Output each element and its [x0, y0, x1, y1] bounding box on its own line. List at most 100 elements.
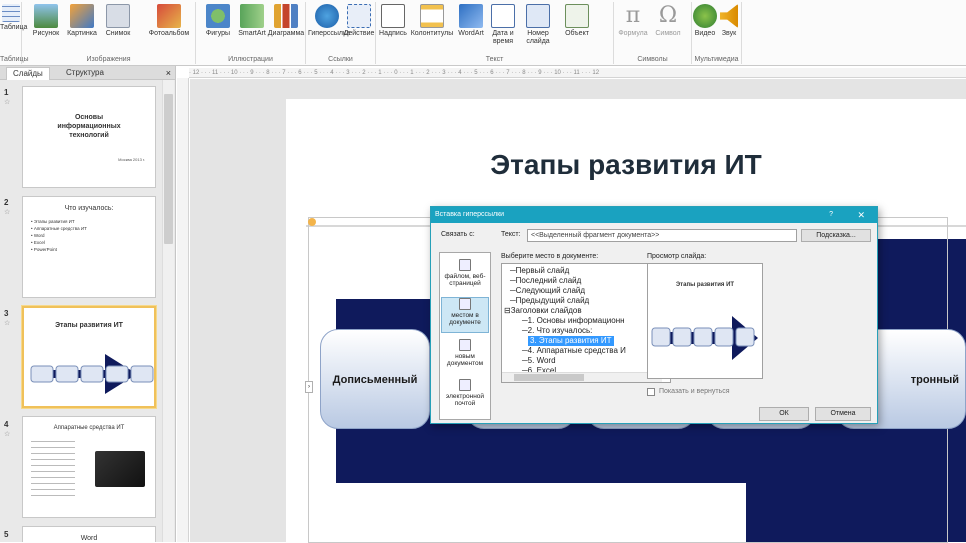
thumb-title: Основы информационных технологий	[57, 114, 121, 139]
audio-button[interactable]: Звук	[718, 4, 740, 38]
group-label: Текст	[485, 56, 504, 63]
thumb-list: • Этапы развития ИТ • Аппаратные средств…	[31, 218, 155, 253]
symbol-button[interactable]: Ω Символ	[650, 4, 686, 38]
slide-number-button[interactable]: Номер слайда	[520, 4, 556, 46]
slide-thumbnail[interactable]: Основы информационных технологий Москва …	[22, 86, 156, 188]
cancel-button[interactable]: Отмена	[815, 407, 871, 421]
insert-hyperlink-dialog: Вставка гиперссылки ? ✕ Связать с: Текст…	[430, 206, 878, 424]
side-item-label: электронной почтой	[445, 393, 485, 407]
tree-item-label: 2. Что изучалось:	[527, 326, 593, 335]
scroll-thumb[interactable]	[514, 374, 584, 381]
tree-item[interactable]: ─5. Word	[522, 356, 556, 366]
ok-button[interactable]: ОК	[759, 407, 809, 421]
preview-label: Просмотр слайда:	[647, 253, 707, 260]
place-label: Выберите место в документе:	[501, 253, 599, 260]
hyperlink-button[interactable]: Гиперссылка	[308, 4, 350, 38]
slide-number: 3	[4, 309, 9, 318]
wordart-icon	[459, 4, 483, 28]
list-item-text: PowerPoint	[33, 247, 57, 252]
tree-item[interactable]: ─4. Аппаратные средства И	[522, 346, 626, 356]
button-label: Колонтитулы	[410, 30, 454, 37]
link-email[interactable]: электронной почтой	[441, 379, 489, 415]
display-text-input[interactable]: <<Выделенный фрагмент документа>>	[527, 229, 797, 242]
table-button[interactable]: Таблица	[0, 4, 27, 32]
tree-item-selected[interactable]: 3. Этапы развития ИТ	[528, 336, 614, 346]
tree-item[interactable]: ─2. Что изучалось:	[522, 326, 592, 336]
slide-thumbnail[interactable]: Что изучалось: • Этапы развития ИТ • Апп…	[22, 196, 156, 298]
text-pane-toggle[interactable]: ›	[305, 381, 313, 393]
button-label: Фигуры	[205, 30, 231, 37]
button-label: Фотоальбом	[148, 30, 190, 37]
help-icon[interactable]: ?	[829, 207, 833, 223]
slide-thumbnail[interactable]: Word	[22, 526, 156, 542]
tree-item[interactable]: ─Первый слайд	[510, 266, 569, 276]
button-label: Видео	[694, 30, 716, 37]
tree-item-label: Последний слайд	[515, 276, 582, 285]
stage-label: Дописьменный	[332, 374, 418, 386]
panel-scrollbar[interactable]	[162, 80, 174, 542]
slide-number: 4	[4, 420, 9, 429]
slide-number: 1	[4, 88, 9, 97]
computer-image	[95, 451, 145, 487]
star-icon: ☆	[4, 431, 11, 438]
wordart-button[interactable]: WordArt	[456, 4, 486, 38]
tree-item-label: Предыдущий слайд	[515, 296, 590, 305]
dialog-title: Вставка гиперссылки	[435, 211, 505, 218]
tree-item[interactable]: ─Предыдущий слайд	[510, 296, 589, 306]
link-new-document[interactable]: новым документом	[441, 339, 489, 373]
screentip-button[interactable]: Подсказка...	[801, 229, 871, 242]
photo-album-button[interactable]: Фотоальбом	[144, 4, 194, 38]
action-button[interactable]: Действие	[342, 4, 376, 38]
button-label: Дата и время	[492, 30, 514, 45]
video-button[interactable]: Видео	[692, 4, 718, 38]
photo-album-icon	[157, 4, 181, 28]
header-footer-icon	[420, 4, 444, 28]
close-icon[interactable]: ×	[166, 68, 171, 78]
slide-thumbnail[interactable]: Аппаратные средства ИТ	[22, 416, 156, 518]
header-footer-button[interactable]: Колонтитулы	[410, 4, 454, 38]
list-item: • Аппаратные средства ИТ	[31, 226, 87, 231]
object-button[interactable]: Объект	[560, 4, 594, 38]
link-to-label: Связать с:	[441, 231, 475, 238]
list-item: • Word	[31, 233, 45, 238]
vertical-ruler[interactable]	[177, 78, 189, 542]
stage-label: тронный	[910, 374, 959, 386]
clipart-button[interactable]: Картинка	[62, 4, 102, 38]
slide-thumbnail-selected[interactable]: Этапы развития ИТ	[22, 306, 156, 408]
screenshot-button[interactable]: Снимок	[98, 4, 138, 38]
tab-structure[interactable]: Структура	[60, 67, 110, 80]
star-icon: ☆	[4, 209, 11, 216]
tree-item[interactable]: ─1. Основы информационн	[522, 316, 625, 326]
slide-number: 2	[4, 198, 9, 207]
tree-hscrollbar[interactable]	[502, 372, 662, 382]
link-place-in-document[interactable]: местом в документе	[441, 297, 489, 333]
tree-item[interactable]: ─Следующий слайд	[510, 286, 585, 296]
scroll-thumb[interactable]	[164, 94, 173, 244]
link-file-webpage[interactable]: файлом, веб-страницей	[441, 259, 489, 293]
document-place-tree[interactable]: ─Первый слайд ─Последний слайд ─Следующи…	[501, 263, 671, 383]
button-label: SmartArt	[238, 30, 266, 37]
horizontal-ruler[interactable]: · 12 · · · 11 · · · 10 · · · 9 · · · 8 ·…	[189, 68, 966, 78]
button-label: Надпись	[379, 30, 407, 37]
tree-item-label: Заголовки слайдов	[510, 306, 582, 315]
slide-preview: Этапы развития ИТ	[647, 263, 763, 379]
button-label: Таблица	[0, 24, 28, 31]
button-label: Формула	[618, 30, 648, 37]
tree-node-expanded[interactable]: ⊟Заголовки слайдов	[504, 306, 582, 316]
tree-item[interactable]: ─Последний слайд	[510, 276, 581, 286]
panel-tabs: Слайды Структура ×	[0, 66, 175, 80]
picture-button[interactable]: Рисунок	[26, 4, 66, 38]
stage-box[interactable]: Дописьменный	[320, 329, 430, 429]
thumb-title: Word	[80, 535, 98, 542]
chart-icon	[274, 4, 298, 28]
show-and-return-checkbox[interactable]	[647, 388, 655, 396]
group-label: Мультимедиа	[694, 56, 739, 63]
close-icon[interactable]: ✕	[857, 207, 865, 223]
date-time-button[interactable]: Дата и время	[486, 4, 520, 46]
smartart-handle-icon[interactable]	[308, 218, 316, 226]
shapes-icon	[206, 4, 230, 28]
chart-button[interactable]: Диаграмма	[266, 4, 306, 38]
textbox-button[interactable]: Надпись	[378, 4, 408, 38]
tab-slides[interactable]: Слайды	[6, 67, 50, 80]
equation-button[interactable]: π Формула	[616, 4, 650, 38]
